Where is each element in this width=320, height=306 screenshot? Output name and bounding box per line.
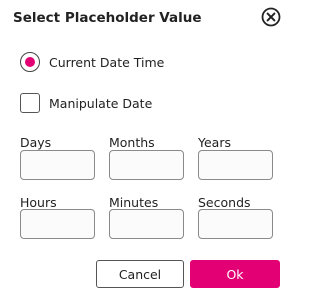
close-icon[interactable] bbox=[260, 6, 282, 28]
current-date-time-label: Current Date Time bbox=[49, 54, 165, 70]
minutes-input[interactable] bbox=[109, 209, 184, 239]
ok-button[interactable]: Ok bbox=[190, 260, 280, 288]
manipulate-date-checkbox[interactable] bbox=[20, 93, 40, 113]
years-label: Years bbox=[198, 135, 231, 150]
cancel-button[interactable]: Cancel bbox=[96, 260, 184, 288]
months-label: Months bbox=[109, 135, 155, 150]
manipulate-date-option[interactable]: Manipulate Date bbox=[20, 93, 152, 113]
hours-label: Hours bbox=[20, 195, 57, 210]
manipulate-date-label: Manipulate Date bbox=[49, 95, 153, 111]
minutes-label: Minutes bbox=[109, 195, 159, 210]
select-placeholder-dialog: Select Placeholder Value Current Date Ti… bbox=[0, 0, 294, 306]
hours-input[interactable] bbox=[20, 209, 95, 239]
months-input[interactable] bbox=[109, 150, 184, 180]
years-input[interactable] bbox=[198, 150, 273, 180]
days-input[interactable] bbox=[20, 150, 95, 180]
days-label: Days bbox=[20, 135, 52, 150]
seconds-input[interactable] bbox=[198, 209, 273, 239]
seconds-label: Seconds bbox=[198, 195, 251, 210]
current-date-time-radio[interactable] bbox=[20, 52, 40, 72]
current-date-time-option[interactable]: Current Date Time bbox=[20, 52, 164, 72]
dialog-title: Select Placeholder Value bbox=[13, 10, 202, 26]
